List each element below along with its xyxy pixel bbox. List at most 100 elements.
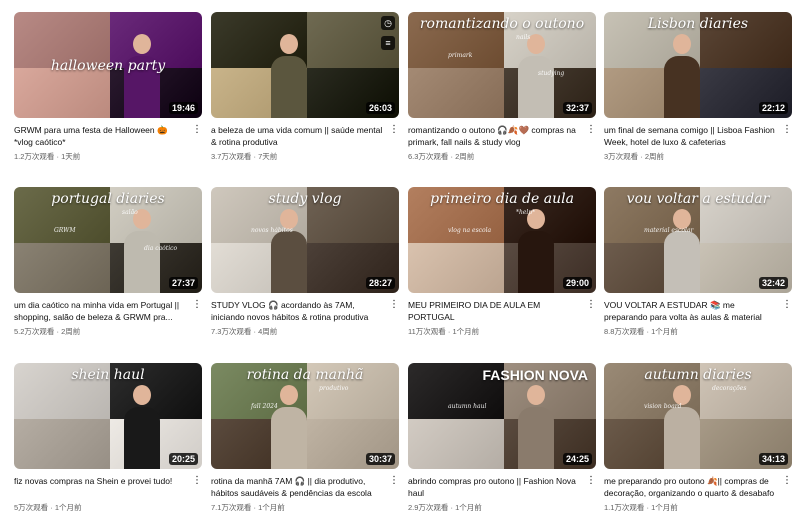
video-title[interactable]: um final de semana comigo || Lisboa Fash…	[604, 124, 776, 148]
upload-age: 1个月前	[651, 327, 678, 336]
more-options-icon[interactable]: ⋮	[586, 124, 596, 136]
thumbnail-photo	[14, 419, 110, 469]
video-title[interactable]: GRWM para uma festa de Halloween 🎃 *vlog…	[14, 124, 186, 148]
more-options-icon[interactable]: ⋮	[389, 124, 399, 136]
video-title[interactable]: a beleza de uma vida comum || saúde ment…	[211, 124, 383, 148]
view-count: 1.1万次观看	[604, 503, 645, 512]
upload-age: 2周前	[644, 152, 665, 161]
video-metadata: 11万次观看 · 1个月前	[408, 326, 479, 337]
thumbnail-overlay-title: rotina da manhã	[246, 367, 364, 383]
video-card[interactable]: halloween party 19:46 GRWM para uma festa …	[14, 12, 202, 161]
video-card[interactable]: shein haul 20:25 fiz novas compras na Shei…	[14, 363, 202, 512]
playlist-icon[interactable]: ≡	[381, 36, 395, 50]
clock-icon[interactable]: ◷	[381, 16, 395, 30]
thumbnail-overlay-title: study vlog	[268, 191, 342, 207]
person-figure	[271, 209, 307, 293]
thumbnail-photo	[408, 68, 504, 118]
more-options-icon[interactable]: ⋮	[192, 299, 202, 311]
video-thumbnail[interactable]: vou voltar a estudar material escolar 32:4…	[604, 187, 792, 293]
thumbnail-photo	[14, 243, 110, 293]
thumbnail-caption: dia caótico	[144, 245, 178, 252]
more-options-icon[interactable]: ⋮	[389, 299, 399, 311]
video-card[interactable]: autumn diaries vision board decorações 34:1…	[604, 363, 792, 512]
video-title[interactable]: rotina da manhã 7AM 🎧 || dia produtivo, …	[211, 475, 383, 499]
video-card[interactable]: rotina da manhã fall 2024 produtivo 30:37 ro…	[211, 363, 399, 512]
video-title[interactable]: me preparando pro outono 🍂|| compras de …	[604, 475, 776, 499]
video-card[interactable]: study vlog novos hábitos 28:27 STUDY VLOG 🎧…	[211, 187, 399, 336]
person-figure	[664, 385, 700, 469]
video-title[interactable]: MEU PRIMEIRO DIA DE AULA EM PORTUGAL	[408, 299, 580, 323]
more-options-icon[interactable]: ⋮	[782, 299, 792, 311]
video-thumbnail[interactable]: shein haul 20:25	[14, 363, 202, 469]
thumbnail-caption: *help*	[516, 209, 536, 216]
duration-badge: 27:37	[168, 277, 198, 289]
more-options-icon[interactable]: ⋮	[192, 475, 202, 487]
video-card[interactable]: vou voltar a estudar material escolar 32:4…	[604, 187, 792, 336]
video-card[interactable]: Lisbon diaries 22:12 um final de semana co…	[604, 12, 792, 161]
duration-badge: 34:13	[758, 453, 788, 465]
view-count: 3万次观看	[604, 152, 639, 161]
video-card[interactable]: portugal diaries GRWM salão dia caótico 27:3…	[14, 187, 202, 336]
video-card[interactable]: ◷ ≡ 26:03 a beleza de uma vida comum || saú…	[211, 12, 399, 161]
more-options-icon[interactable]: ⋮	[586, 475, 596, 487]
video-metadata: 5.2万次观看 · 2周前	[14, 326, 80, 337]
duration-badge: 22:12	[758, 102, 788, 114]
more-options-icon[interactable]: ⋮	[586, 299, 596, 311]
person-figure	[124, 385, 160, 469]
duration-badge: 19:46	[168, 102, 198, 114]
upload-age: 1个月前	[455, 503, 482, 512]
thumbnail-caption: material escolar	[644, 227, 694, 234]
video-thumbnail[interactable]: halloween party 19:46	[14, 12, 202, 118]
video-metadata: 8.8万次观看 · 1个月前	[604, 326, 678, 337]
video-title[interactable]: romantizando o outono 🎧🍂🤎 compras na pri…	[408, 124, 580, 148]
video-thumbnail[interactable]: romantizando o outono primark nails studyin…	[408, 12, 596, 118]
thumbnail-caption: vlog na escola	[448, 227, 492, 234]
video-thumbnail[interactable]: FASHION NOVA autumn haul 24:25	[408, 363, 596, 469]
view-count: 1.2万次观看	[14, 152, 55, 161]
video-card[interactable]: romantizando o outono primark nails studyin…	[408, 12, 596, 161]
video-card[interactable]: primeiro dia de aula vlog na escola *help*…	[408, 187, 596, 336]
thumbnail-caption: primark	[448, 52, 473, 59]
more-options-icon[interactable]: ⋮	[782, 475, 792, 487]
video-thumbnail[interactable]: autumn diaries vision board decorações 34:1…	[604, 363, 792, 469]
view-count: 2.9万次观看	[408, 503, 449, 512]
thumbnail-overlay-title: shein haul	[71, 367, 145, 383]
duration-badge: 28:27	[365, 277, 395, 289]
person-figure	[518, 385, 554, 469]
view-count: 6.3万次观看	[408, 152, 449, 161]
upload-age: 1天前	[61, 152, 81, 161]
upload-age: 2周前	[61, 327, 81, 336]
video-title[interactable]: STUDY VLOG 🎧 acordando às 7AM, iniciando…	[211, 299, 383, 323]
video-title[interactable]: abrindo compras pro outono || Fashion No…	[408, 475, 580, 499]
more-options-icon[interactable]: ⋮	[389, 475, 399, 487]
thumbnail-overlay-title: romantizando o outono	[419, 16, 585, 32]
duration-badge: 30:37	[365, 453, 395, 465]
video-card[interactable]: FASHION NOVA autumn haul 24:25 abrindo comp…	[408, 363, 596, 512]
video-title[interactable]: VOU VOLTAR A ESTUDAR 📚 me preparando par…	[604, 299, 776, 323]
view-count: 5.2万次观看	[14, 327, 55, 336]
video-thumbnail[interactable]: study vlog novos hábitos 28:27	[211, 187, 399, 293]
thumbnail-caption: fall 2024	[251, 403, 278, 410]
video-thumbnail[interactable]: portugal diaries GRWM salão dia caótico 27:3…	[14, 187, 202, 293]
thumbnail-caption: autumn haul	[448, 403, 487, 410]
upload-age: 1个月前	[651, 503, 678, 512]
person-figure	[518, 209, 554, 293]
video-metadata: 7.1万次观看 · 1个月前	[211, 502, 285, 513]
video-thumbnail[interactable]: Lisbon diaries 22:12	[604, 12, 792, 118]
more-options-icon[interactable]: ⋮	[782, 124, 792, 136]
video-metadata: 7.3万次观看 · 4周前	[211, 326, 277, 337]
thumbnail-caption: nails	[516, 34, 531, 41]
meta-separator: ·	[48, 503, 55, 512]
upload-age: 7天前	[258, 152, 278, 161]
video-title[interactable]: um dia caótico na minha vida em Portugal…	[14, 299, 186, 323]
video-thumbnail[interactable]: rotina da manhã fall 2024 produtivo 30:37	[211, 363, 399, 469]
person-figure	[271, 385, 307, 469]
view-count: 5万次观看	[14, 503, 49, 512]
more-options-icon[interactable]: ⋮	[192, 124, 202, 136]
video-metadata: 6.3万次观看 · 2周前	[408, 151, 474, 162]
video-thumbnail[interactable]: ◷ ≡ 26:03	[211, 12, 399, 118]
video-title[interactable]: fiz novas compras na Shein e provei tudo…	[14, 475, 186, 487]
thumbnail-overlay-title: primeiro dia de aula	[430, 191, 574, 207]
video-thumbnail[interactable]: primeiro dia de aula vlog na escola *help*…	[408, 187, 596, 293]
thumbnail-caption: novos hábitos	[251, 227, 293, 234]
